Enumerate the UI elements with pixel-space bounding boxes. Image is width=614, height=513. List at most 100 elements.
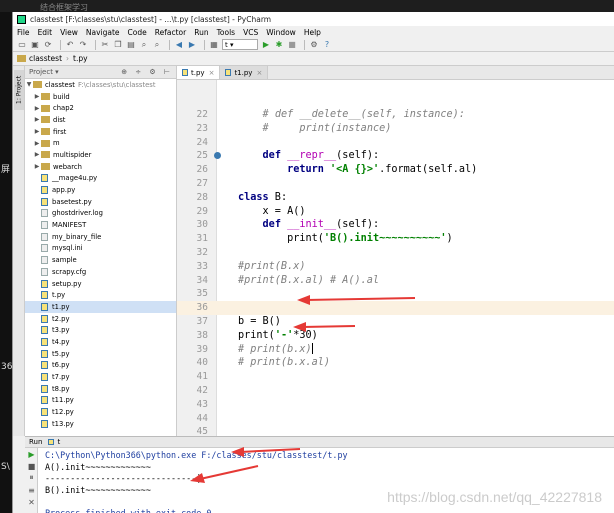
breadcrumb-file[interactable]: t.py <box>73 54 88 63</box>
find-icon[interactable]: ⌕ <box>139 40 149 50</box>
copy-icon[interactable]: ❐ <box>113 40 123 50</box>
stop-run-icon[interactable]: ■ <box>25 460 38 472</box>
tree-file[interactable]: scrapy.cfg <box>25 266 176 278</box>
tree-folder[interactable]: ▶ m <box>25 137 176 149</box>
code-line[interactable]: 28 class B: <box>177 191 614 205</box>
code-line[interactable]: 37 b = B() <box>177 315 614 329</box>
chevron-right-icon[interactable]: ▶ <box>33 128 41 135</box>
close-icon[interactable]: × <box>209 69 215 77</box>
stop-icon[interactable]: ■ <box>287 40 297 50</box>
code-line[interactable]: 29 x = A() <box>177 205 614 219</box>
debug-icon[interactable]: ✱ <box>274 40 284 50</box>
code-line[interactable]: 44 <box>177 412 614 426</box>
chevron-right-icon[interactable]: ▶ <box>33 140 41 147</box>
tab-t-py[interactable]: t.py × <box>177 66 221 79</box>
code-line[interactable]: 45 <box>177 425 614 436</box>
code-line[interactable]: 25 def __repr__(self): <box>177 149 614 163</box>
menu-item-file[interactable]: File <box>17 28 30 37</box>
menu-item-tools[interactable]: Tools <box>217 28 235 37</box>
tree-folder[interactable]: ▶ build <box>25 91 176 103</box>
build-icon[interactable]: ▦ <box>209 40 219 50</box>
code-line[interactable]: 31 print('B().init~~~~~~~~~~') <box>177 232 614 246</box>
tree-file[interactable]: t11.py <box>25 395 176 407</box>
project-panel-tools[interactable]: ⊕ ÷ ⚙ ⊢ <box>121 68 173 76</box>
code-line[interactable]: 26 return '<A {}>'.format(self.al) <box>177 163 614 177</box>
tree-file[interactable]: t3.py <box>25 324 176 336</box>
menu-item-navigate[interactable]: Navigate <box>86 28 120 37</box>
tree-folder[interactable]: ▶ chap2 <box>25 102 176 114</box>
menu-item-window[interactable]: Window <box>266 28 296 37</box>
override-marker-icon[interactable] <box>214 152 221 160</box>
tree-folder[interactable]: ▶ webarch <box>25 161 176 173</box>
code-editor[interactable]: 22 # def __delete__(self, instance): 23 #… <box>177 80 614 436</box>
run-icon[interactable]: ▶ <box>261 40 271 50</box>
code-line[interactable]: 40 # print(b.x.al) <box>177 356 614 370</box>
code-line[interactable]: 30 def __init__(self): <box>177 218 614 232</box>
menu-item-edit[interactable]: Edit <box>38 28 53 37</box>
menu-item-run[interactable]: Run <box>194 28 208 37</box>
chevron-right-icon[interactable]: ▶ <box>33 116 41 123</box>
cut-icon[interactable]: ✂ <box>100 40 110 50</box>
settings-icon[interactable]: ⚙ <box>309 40 319 50</box>
menu-item-refactor[interactable]: Refactor <box>155 28 186 37</box>
tree-file[interactable]: mysql.ini <box>25 243 176 255</box>
run-panel-config[interactable]: t <box>57 438 60 446</box>
tree-file[interactable]: t7.py <box>25 371 176 383</box>
project-tool-button[interactable]: 1: Project <box>14 70 24 110</box>
tree-file[interactable]: t4.py <box>25 336 176 348</box>
pause-icon[interactable]: ⏸ <box>25 472 38 484</box>
back-icon[interactable]: ◀ <box>174 40 184 50</box>
tree-file[interactable]: t5.py <box>25 348 176 360</box>
open-folder-icon[interactable]: ▭ <box>17 40 27 50</box>
close-icon[interactable]: × <box>256 69 262 77</box>
tree-file[interactable]: basetest.py <box>25 196 176 208</box>
code-line[interactable]: 43 <box>177 398 614 412</box>
code-line[interactable]: 38 print('-'*30) <box>177 329 614 343</box>
code-line[interactable]: 41 <box>177 370 614 384</box>
sync-icon[interactable]: ⟳ <box>43 40 53 50</box>
tree-file[interactable]: setup.py <box>25 278 176 290</box>
breadcrumb-project[interactable]: classtest <box>29 54 62 63</box>
replace-icon[interactable]: ⌕ <box>152 40 162 50</box>
tree-folder[interactable]: ▶ dist <box>25 114 176 126</box>
rerun-icon[interactable]: ▶ <box>25 448 38 460</box>
help-icon[interactable]: ? <box>322 40 332 50</box>
tree-root[interactable]: ▼ classtest F:\classes\stu\classtest <box>25 79 176 91</box>
code-line[interactable]: 35 <box>177 287 614 301</box>
tree-file[interactable]: t2.py <box>25 313 176 325</box>
code-line[interactable]: 24 <box>177 136 614 150</box>
tree-file[interactable]: t.py <box>25 289 176 301</box>
tab-t1-py[interactable]: t1.py × <box>220 66 269 79</box>
tree-file[interactable]: MANIFEST <box>25 219 176 231</box>
tree-file[interactable]: app.py <box>25 184 176 196</box>
tree-folder[interactable]: ▶ first <box>25 126 176 138</box>
chevron-right-icon[interactable]: ▶ <box>33 163 41 170</box>
chevron-right-icon[interactable]: ▶ <box>33 93 41 100</box>
code-line[interactable]: 32 <box>177 246 614 260</box>
tree-file[interactable]: sample <box>25 254 176 266</box>
code-line[interactable]: 23 # print(instance) <box>177 122 614 136</box>
tree-file[interactable]: t12.py <box>25 406 176 418</box>
chevron-right-icon[interactable]: ▶ <box>33 151 41 158</box>
redo-icon[interactable]: ↷ <box>78 40 88 50</box>
chevron-right-icon[interactable]: ▶ <box>33 105 41 112</box>
paste-icon[interactable]: ▤ <box>126 40 136 50</box>
tree-file[interactable]: t1.py <box>25 301 176 313</box>
tree-file[interactable]: __mage4u.py <box>25 173 176 185</box>
menu-item-view[interactable]: View <box>60 28 78 37</box>
tree-file[interactable]: my_binary_file <box>25 231 176 243</box>
close-run-icon[interactable]: ✕ <box>25 496 38 508</box>
scroll-icon[interactable]: ≡ <box>25 484 38 496</box>
code-line[interactable]: 36 <box>177 301 614 316</box>
run-config-select[interactable]: t ▾ <box>222 39 258 50</box>
chevron-down-icon[interactable]: ▼ <box>25 81 33 88</box>
undo-icon[interactable]: ↶ <box>65 40 75 50</box>
code-line[interactable]: 27 <box>177 177 614 191</box>
menu-item-code[interactable]: Code <box>128 28 147 37</box>
tree-folder[interactable]: ▶ multispider <box>25 149 176 161</box>
code-line[interactable]: 42 <box>177 384 614 398</box>
code-line[interactable]: 22 # def __delete__(self, instance): <box>177 108 614 122</box>
forward-icon[interactable]: ▶ <box>187 40 197 50</box>
project-panel-title[interactable]: Project <box>29 68 53 76</box>
menu-item-help[interactable]: Help <box>304 28 321 37</box>
